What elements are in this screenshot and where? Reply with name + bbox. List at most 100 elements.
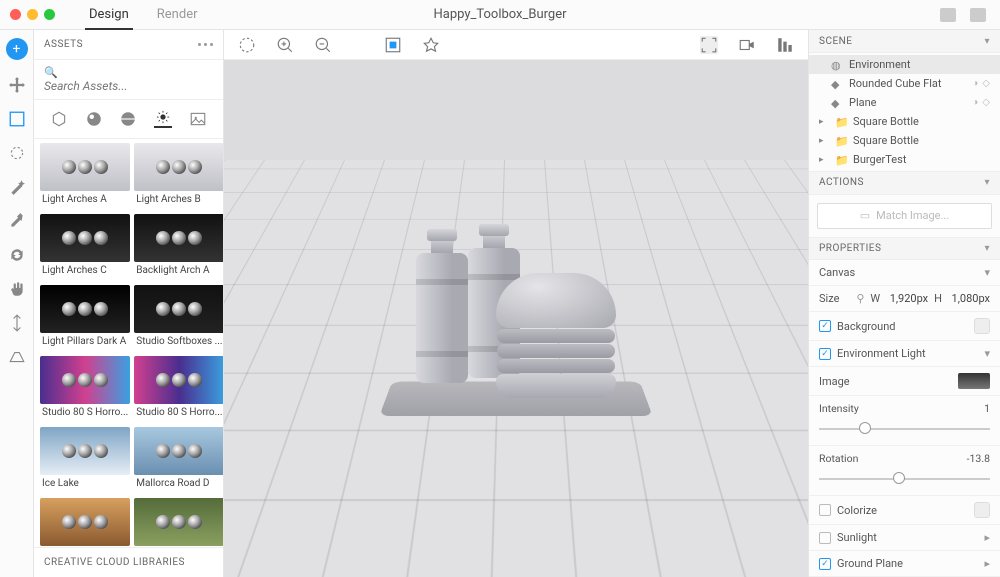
- assets-panel-menu-icon[interactable]: [198, 43, 213, 46]
- render-settings-icon[interactable]: [776, 36, 794, 54]
- colorize-label: Colorize: [837, 504, 877, 517]
- feedback-icon[interactable]: [970, 8, 986, 22]
- expand-arrow-icon[interactable]: ▸: [819, 136, 829, 146]
- document-title: Happy_Toolbox_Burger: [433, 7, 566, 22]
- visibility-icon[interactable]: ◑: [972, 78, 978, 89]
- zoom-window-icon[interactable]: [44, 9, 55, 20]
- scene-item[interactable]: ◆Plane◑◇: [809, 93, 1000, 112]
- asset-thumb[interactable]: Sunrise Campsite: [40, 498, 130, 547]
- colorize-checkbox[interactable]: ✓: [819, 504, 831, 516]
- height-input[interactable]: [948, 292, 990, 305]
- move-tool-icon[interactable]: [8, 76, 26, 94]
- cc-libraries-label[interactable]: CREATIVE CLOUD LIBRARIES: [34, 547, 223, 577]
- search-input[interactable]: [44, 79, 213, 93]
- chevron-down-icon[interactable]: ▾: [984, 177, 990, 188]
- mesh-icon: ◆: [831, 78, 843, 90]
- options-icon[interactable]: ◇: [982, 97, 990, 108]
- background-color-swatch[interactable]: [974, 318, 990, 334]
- options-icon[interactable]: ◇: [982, 78, 990, 89]
- scene-item[interactable]: ▸📁BurgerTest: [809, 150, 1000, 169]
- expand-arrow-icon[interactable]: ▸: [819, 155, 829, 165]
- ground-checkbox[interactable]: ✓: [819, 558, 831, 570]
- asset-thumb[interactable]: Mallorca Road D: [134, 427, 223, 492]
- expand-arrow-icon[interactable]: ▸: [819, 117, 829, 127]
- orbit-tool-icon[interactable]: [8, 144, 26, 162]
- tab-render[interactable]: Render: [153, 0, 202, 30]
- asset-thumb[interactable]: Topanga Forest B: [134, 498, 223, 547]
- asset-thumb[interactable]: Studio 80 S Horro...: [134, 356, 223, 421]
- close-window-icon[interactable]: [10, 9, 21, 20]
- visibility-icon[interactable]: ◑: [972, 97, 978, 108]
- chevron-right-icon[interactable]: ▸: [984, 531, 990, 544]
- viewport-panel: [224, 30, 808, 577]
- materials-category-icon[interactable]: [85, 110, 103, 128]
- dolly-tool-icon[interactable]: [8, 314, 26, 332]
- width-input[interactable]: [886, 292, 928, 305]
- match-image-button[interactable]: ▭Match Image...: [817, 203, 992, 229]
- frame-selection-icon[interactable]: [384, 36, 402, 54]
- sunlight-checkbox[interactable]: ✓: [819, 532, 831, 544]
- asset-thumb[interactable]: Light Arches C: [40, 214, 130, 279]
- scene-item[interactable]: ▸📁Square Bottle: [809, 131, 1000, 150]
- rotation-slider[interactable]: [819, 469, 990, 487]
- scene-item[interactable]: ▸📁Square Bottle: [809, 112, 1000, 131]
- shapes-category-icon[interactable]: [119, 110, 137, 128]
- asset-thumb-label: Light Arches B: [134, 191, 223, 208]
- envlight-image-thumb[interactable]: [958, 373, 990, 389]
- scene-item-label: Rounded Cube Flat: [849, 77, 941, 90]
- render-preview-icon[interactable]: [422, 36, 440, 54]
- asset-thumb[interactable]: Backlight Arch A: [134, 214, 223, 279]
- cursor-icon: [727, 84, 808, 577]
- asset-thumb[interactable]: Studio Softboxes ...: [134, 285, 223, 350]
- cycle-tool-icon[interactable]: [8, 246, 26, 264]
- height-label: H: [934, 292, 942, 305]
- scene-item[interactable]: ◍Environment: [809, 55, 1000, 74]
- envlight-checkbox[interactable]: ✓: [819, 348, 831, 360]
- images-category-icon[interactable]: [189, 110, 207, 128]
- background-label: Background: [837, 320, 895, 333]
- chevron-down-icon[interactable]: ▾: [984, 243, 990, 254]
- colorize-color-swatch[interactable]: [974, 502, 990, 518]
- hand-tool-icon[interactable]: [8, 280, 26, 298]
- scene-item[interactable]: ◆ Rounded Cube Flat ◑ ◇: [809, 74, 1000, 93]
- asset-thumb-label: Mallorca Road D: [134, 475, 223, 492]
- chevron-down-icon[interactable]: ▾: [984, 347, 990, 360]
- intensity-slider[interactable]: [819, 419, 990, 437]
- select-tool-icon[interactable]: [8, 110, 26, 128]
- assets-search: 🔍: [34, 60, 223, 100]
- chevron-down-icon[interactable]: ▾: [984, 36, 990, 47]
- asset-thumb-label: Studio 80 S Horro...: [134, 404, 223, 421]
- camera-bookmark-icon[interactable]: [738, 36, 756, 54]
- marquee-select-icon[interactable]: [238, 36, 256, 54]
- background-checkbox[interactable]: ✓: [819, 320, 831, 332]
- tool-strip: +: [0, 30, 34, 577]
- models-category-icon[interactable]: [50, 110, 68, 128]
- rotation-value: -13.8: [967, 452, 990, 465]
- chevron-right-icon[interactable]: ▸: [984, 557, 990, 570]
- asset-thumb[interactable]: Studio 80 S Horro...: [40, 356, 130, 421]
- minimize-window-icon[interactable]: [27, 9, 38, 20]
- viewport-canvas[interactable]: [224, 60, 808, 577]
- assets-panel-label: ASSETS: [44, 39, 83, 50]
- asset-thumb[interactable]: Light Pillars Dark A: [40, 285, 130, 350]
- chevron-down-icon[interactable]: ▾: [984, 266, 990, 279]
- frame-all-icon[interactable]: [700, 36, 718, 54]
- asset-thumb[interactable]: Light Arches B: [134, 143, 223, 208]
- tab-design[interactable]: Design: [85, 0, 133, 30]
- actions-panel-label: ACTIONS: [819, 177, 864, 188]
- wand-tool-icon[interactable]: [8, 178, 26, 196]
- learn-icon[interactable]: [940, 8, 956, 22]
- assets-panel: ASSETS 🔍 Light Arches ALight Arches BLig…: [34, 30, 224, 577]
- eyedropper-tool-icon[interactable]: [8, 212, 26, 230]
- zoom-out-icon[interactable]: [314, 36, 332, 54]
- scene-item-label: Square Bottle: [853, 134, 919, 147]
- zoom-in-icon[interactable]: [276, 36, 294, 54]
- scene-item-label: BurgerTest: [853, 153, 906, 166]
- asset-thumb[interactable]: Ice Lake: [40, 427, 130, 492]
- perspective-tool-icon[interactable]: [8, 348, 26, 366]
- asset-thumb[interactable]: Light Arches A: [40, 143, 130, 208]
- size-label: Size: [819, 292, 839, 305]
- link-icon[interactable]: ⚲: [856, 292, 864, 305]
- add-button[interactable]: +: [6, 38, 28, 60]
- lights-category-icon[interactable]: [154, 110, 172, 128]
